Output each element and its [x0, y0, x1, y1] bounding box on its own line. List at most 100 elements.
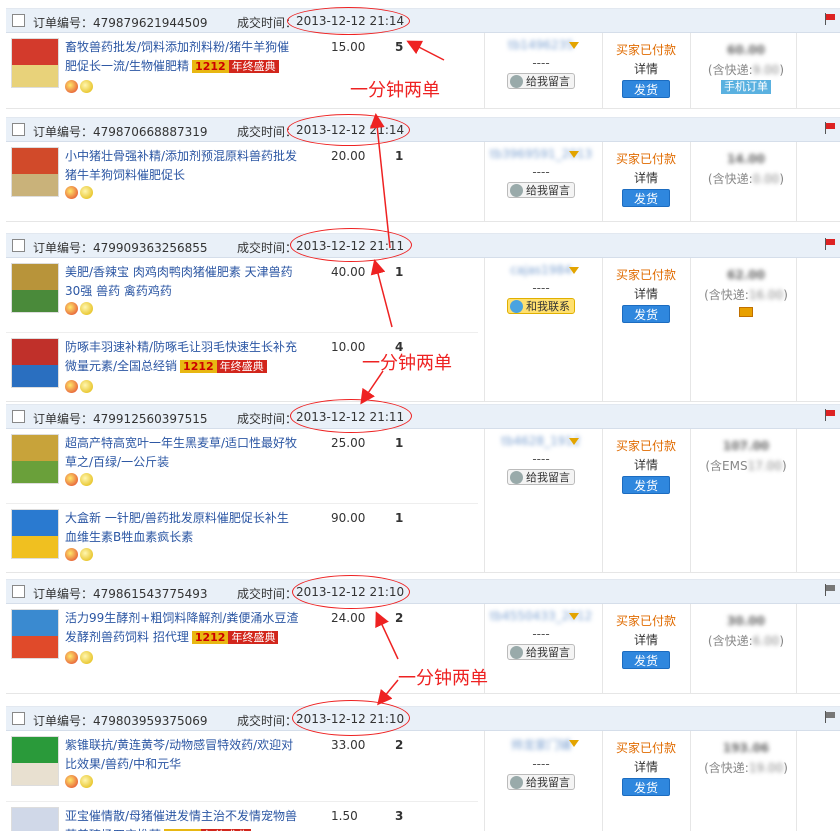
guarantee-icon[interactable]: [65, 473, 78, 486]
product-thumbnail[interactable]: [11, 38, 59, 88]
product-thumbnail[interactable]: [11, 434, 59, 484]
annotation-ellipse: [292, 575, 410, 609]
guarantee-icon[interactable]: [65, 186, 78, 199]
promo-badge: 1212年终盛典: [192, 59, 279, 74]
flag-icon[interactable]: [824, 238, 836, 250]
deal-time-label: 成交时间：: [237, 587, 298, 601]
order-number-value: 479870668887319: [93, 125, 208, 139]
item-price: 15.00: [331, 40, 366, 54]
service-icons: [65, 302, 105, 318]
details-link[interactable]: 详情: [606, 456, 686, 473]
send-button[interactable]: 发货: [622, 476, 670, 494]
filter-icon[interactable]: [569, 42, 579, 49]
service-icons: [65, 80, 105, 96]
product-thumbnail[interactable]: [11, 609, 59, 659]
product-thumbnail[interactable]: [11, 509, 59, 559]
postage-open: (含快递:: [707, 63, 753, 77]
product-title-link[interactable]: 超高产特高宽叶一年生黑麦草/适口性最好牧草之/百绿/一公斤装: [65, 436, 297, 469]
service-icon[interactable]: [80, 775, 93, 788]
postage-close: ): [779, 172, 785, 186]
send-button[interactable]: 发货: [622, 305, 670, 323]
order-total: 14.00 (含快递:0.00): [696, 152, 796, 187]
filter-icon[interactable]: [569, 267, 579, 274]
order-total: 62.00 (含快递:16.00): [696, 268, 796, 320]
guarantee-icon[interactable]: [65, 380, 78, 393]
total-amount: 62.00: [727, 268, 765, 282]
item-quantity: 1: [395, 511, 404, 525]
guarantee-icon[interactable]: [65, 775, 78, 788]
flag-icon[interactable]: [824, 122, 836, 134]
buyer-name[interactable]: tb3969591_2013: [486, 147, 596, 161]
item-quantity: 1: [395, 149, 404, 163]
filter-icon[interactable]: [569, 151, 579, 158]
guarantee-icon[interactable]: [65, 548, 78, 561]
postage-open: (含快递:: [704, 288, 749, 302]
product-thumbnail[interactable]: [11, 807, 59, 831]
flag-icon[interactable]: [824, 584, 836, 596]
details-link[interactable]: 详情: [606, 169, 686, 186]
flag-icon[interactable]: [824, 13, 836, 25]
filter-icon[interactable]: [569, 613, 579, 620]
guarantee-icon[interactable]: [65, 651, 78, 664]
buyer-name[interactable]: 帅龙家门铺: [486, 736, 596, 753]
message-label: 给我留言: [526, 184, 570, 197]
product-title-link[interactable]: 美肥/香辣宝 肉鸡肉鸭肉猪催肥素 天津兽药30强 兽药 禽药鸡药: [65, 265, 293, 298]
buyer-name[interactable]: tb4628_1912: [486, 434, 596, 448]
send-button[interactable]: 发货: [622, 189, 670, 207]
service-icon[interactable]: [80, 302, 93, 315]
order-checkbox[interactable]: [12, 14, 25, 27]
guarantee-icon[interactable]: [65, 302, 78, 315]
details-link[interactable]: 详情: [606, 631, 686, 648]
product-thumbnail[interactable]: [11, 147, 59, 197]
details-link[interactable]: 详情: [606, 60, 686, 77]
chat-icon: [510, 300, 523, 313]
service-icon[interactable]: [80, 548, 93, 561]
order-checkbox[interactable]: [12, 123, 25, 136]
send-button[interactable]: 发货: [622, 80, 670, 98]
product-title-container: 活力99生酵剂+粗饲料降解剂/粪便涌水豆渣发酵剂兽药饲料 招代理 1212 年终盛典: [65, 609, 300, 647]
message-button[interactable]: 给我留言: [507, 182, 575, 198]
total-amount: 14.00: [727, 152, 765, 166]
service-icon[interactable]: [80, 651, 93, 664]
order-checkbox[interactable]: [12, 712, 25, 725]
buyer-name[interactable]: cajas1984: [486, 263, 596, 277]
buyer-name[interactable]: tb4550433_2012: [486, 609, 596, 623]
message-button[interactable]: 给我留言: [507, 73, 575, 89]
filter-icon[interactable]: [569, 438, 579, 445]
product-thumbnail[interactable]: [11, 736, 59, 786]
send-button[interactable]: 发货: [622, 778, 670, 796]
buyer-name[interactable]: tb1496235: [486, 38, 596, 52]
product-thumbnail[interactable]: [11, 338, 59, 388]
postage-value: 19.00: [748, 761, 784, 775]
guarantee-icon[interactable]: [65, 80, 78, 93]
product-thumbnail[interactable]: [11, 263, 59, 313]
order-checkbox[interactable]: [12, 410, 25, 423]
service-icon[interactable]: [80, 380, 93, 393]
product-title-link[interactable]: 小中猪壮骨强补精/添加剂预混原料兽药批发猪牛羊狗饲料催肥促长: [65, 149, 297, 182]
order-checkbox[interactable]: [12, 239, 25, 252]
service-icon[interactable]: [80, 80, 93, 93]
filter-icon[interactable]: [569, 740, 579, 747]
postage-close: ): [779, 634, 785, 648]
buyer-info: tb1496235 ---- 给我留言: [486, 38, 596, 89]
message-button[interactable]: 给我留言: [507, 644, 575, 660]
order-checkbox[interactable]: [12, 585, 25, 598]
product-title-link[interactable]: 紫锥联抗/黄连黄芩/动物感冒特效药/欢迎对比效果/兽药/中和元华: [65, 738, 293, 771]
service-icon[interactable]: [80, 473, 93, 486]
details-link[interactable]: 详情: [606, 758, 686, 775]
item-price: 24.00: [331, 611, 366, 625]
order-total: 60.00 (含快递:9.00) 手机订单: [696, 43, 796, 94]
order-status: 买家已付款 详情 发货: [606, 739, 686, 796]
postage-close: ): [783, 761, 788, 775]
contact-button[interactable]: 和我联系: [507, 298, 575, 314]
product-title-link[interactable]: 大盒新 一针肥/兽药批发原料催肥促长补生血维生素B牲血素疯长素: [65, 511, 289, 544]
column-divider: [796, 33, 797, 108]
details-link[interactable]: 详情: [606, 285, 686, 302]
flag-icon[interactable]: [824, 409, 836, 421]
order-item: 亚宝催情散/母猪催进发情主治不发情宠物兽药养殖场四宝推荐1212年终盛典 1.50…: [6, 801, 478, 831]
message-button[interactable]: 给我留言: [507, 774, 575, 790]
service-icon[interactable]: [80, 186, 93, 199]
message-button[interactable]: 给我留言: [507, 469, 575, 485]
send-button[interactable]: 发货: [622, 651, 670, 669]
flag-icon[interactable]: [824, 711, 836, 723]
